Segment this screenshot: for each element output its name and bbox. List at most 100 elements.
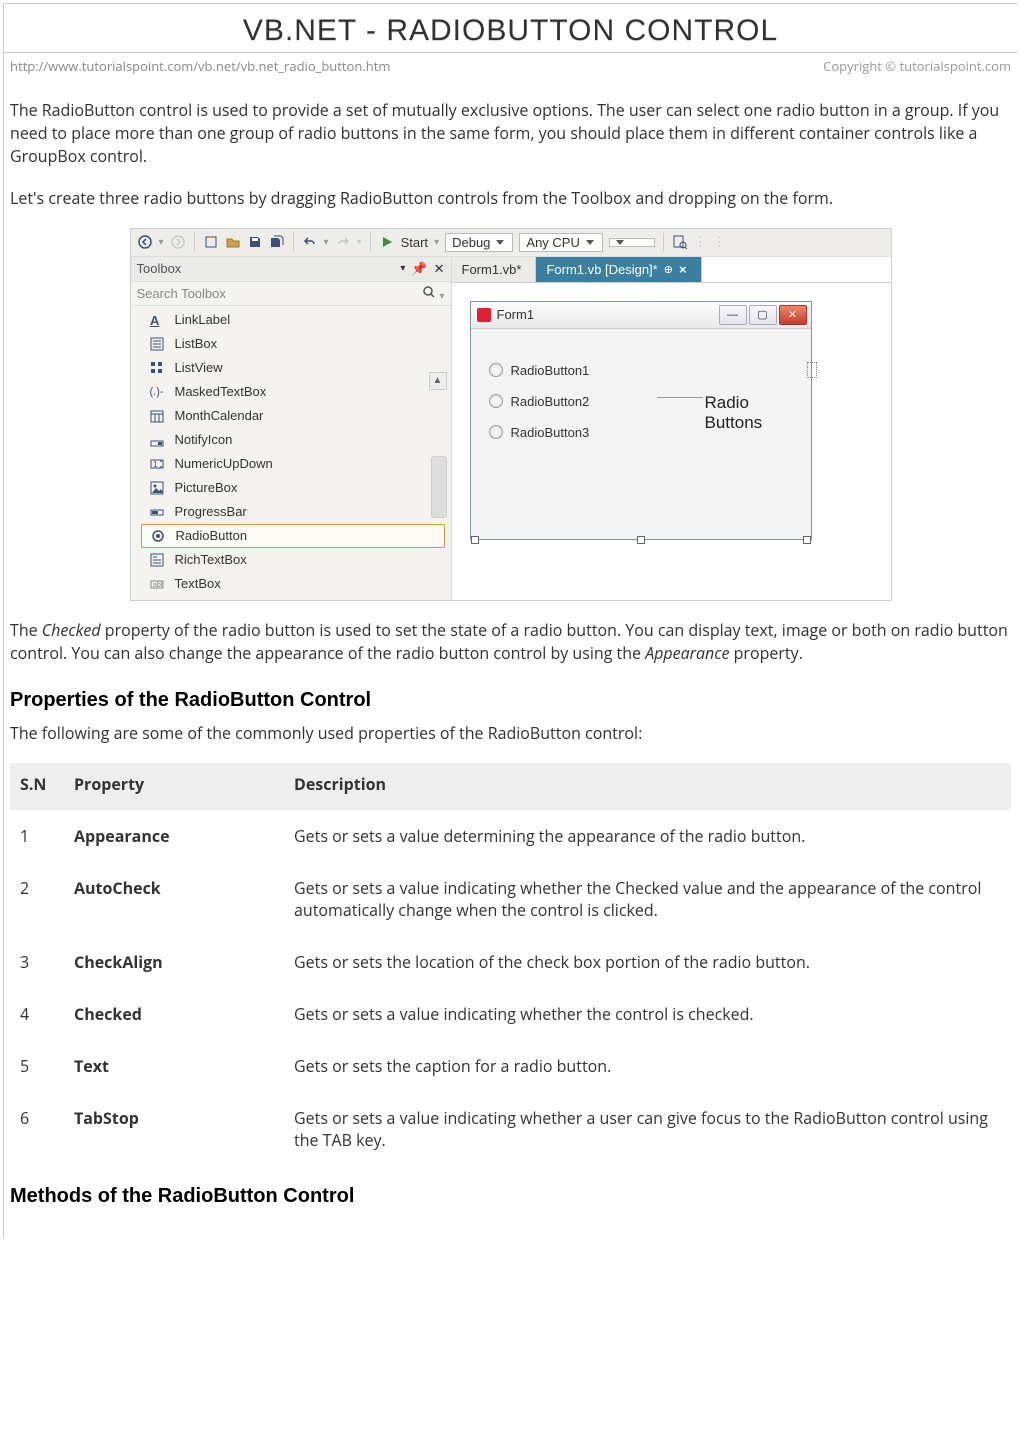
nav-forward-icon	[170, 234, 186, 250]
toolbox-item-label: LinkLabel	[175, 312, 231, 327]
platform-value: Any CPU	[526, 235, 579, 250]
appearance-keyword: Appearance	[645, 642, 729, 664]
resize-handles	[471, 536, 811, 544]
find-in-files-icon	[672, 234, 688, 250]
tab-label: Form1.vb [Design]*	[546, 262, 657, 277]
scrollbar-thumb	[431, 456, 447, 518]
toolbox-item-linklabel: A LinkLabel	[131, 308, 451, 332]
radiobutton1: RadioButton1	[489, 363, 799, 378]
copyright-text: Copyright © tutorialspoint.com	[823, 57, 1011, 75]
ide-screenshot: ▾ ▾ ▾ Start ▾ Debug	[130, 228, 892, 601]
table-row: 5 Text Gets or sets the caption for a ra…	[10, 1040, 1011, 1092]
ide-toolbar: ▾ ▾ ▾ Start ▾ Debug	[131, 229, 891, 257]
cell-property: Appearance	[64, 810, 284, 862]
empty-dropdown	[609, 238, 655, 247]
properties-intro: The following are some of the commonly u…	[10, 722, 1011, 745]
toolbox-item-label: ListView	[175, 360, 223, 375]
toolbox-items: ▲ A LinkLabel ListBox ListView	[131, 306, 451, 600]
pin-icon: 📌	[411, 261, 427, 277]
redo-icon	[335, 234, 351, 250]
cell-property: AutoCheck	[64, 862, 284, 936]
table-row: 1 Appearance Gets or sets a value determ…	[10, 810, 1011, 862]
page-title: VB.NET - RADIOBUTTON CONTROL	[4, 14, 1017, 48]
properties-heading: Properties of the RadioButton Control	[10, 689, 1011, 712]
pin-icon: ⊕	[664, 263, 673, 276]
config-value: Debug	[452, 235, 490, 250]
toolbox-item-listview: ListView	[131, 356, 451, 380]
start-icon	[379, 234, 395, 250]
radiobutton-icon	[150, 528, 166, 544]
maximize-icon: ▢	[749, 305, 777, 325]
new-project-icon	[203, 234, 219, 250]
toolbox-title: Toolbox	[137, 261, 182, 276]
col-property: Property	[64, 763, 284, 810]
linklabel-icon: A	[149, 312, 165, 328]
toolbox-item-label: MaskedTextBox	[175, 384, 267, 399]
cell-description: Gets or sets a value indicating whether …	[284, 1092, 1011, 1161]
form1-window: Form1 — ▢ ✕	[470, 301, 812, 540]
designer-panel: Form1.vb* Form1.vb [Design]* ⊕ ×	[452, 257, 891, 600]
col-sn: S.N	[10, 763, 64, 810]
toolbox-item-progressbar: ProgressBar	[131, 500, 451, 524]
intro-paragraph-1: The RadioButton control is used to provi…	[10, 99, 1011, 169]
cell-property: Text	[64, 1040, 284, 1092]
toolbox-item-notifyicon: NotifyIcon	[131, 428, 451, 452]
callout-label: Radio Buttons	[705, 393, 797, 433]
tab-label: Form1.vb*	[462, 262, 522, 277]
close-icon: ✕	[434, 261, 445, 277]
richtextbox-icon	[149, 552, 165, 568]
open-file-icon	[225, 234, 241, 250]
platform-dropdown: Any CPU	[519, 233, 602, 252]
cell-sn: 3	[10, 936, 64, 988]
radio-dot-icon	[489, 425, 503, 439]
toolbox-item-label: MonthCalendar	[175, 408, 264, 423]
monthcalendar-icon	[149, 408, 165, 424]
search-toolbox-placeholder: Search Toolbox	[137, 286, 226, 301]
listview-icon	[149, 360, 165, 376]
search-icon: ▾	[422, 285, 445, 302]
chevron-down-icon	[616, 240, 624, 245]
textbox-icon: abl	[149, 576, 165, 592]
cell-description: Gets or sets a value indicating whether …	[284, 862, 1011, 936]
after-image-paragraph: The Checked property of the radio button…	[10, 619, 1011, 665]
radio-label: RadioButton3	[511, 425, 590, 440]
numericupdown-icon: 1	[149, 456, 165, 472]
start-label: Start	[401, 235, 428, 250]
toolbox-item-textbox: abl TextBox	[131, 572, 451, 596]
form-icon	[477, 308, 491, 322]
radio-dot-icon	[489, 363, 503, 377]
nav-back-icon	[137, 234, 153, 250]
toolbox-item-radiobutton: RadioButton	[141, 524, 445, 548]
maskedtextbox-icon: (.)-	[149, 384, 165, 400]
checked-keyword: Checked	[42, 619, 101, 641]
cell-description: Gets or sets a value indicating whether …	[284, 988, 1011, 1040]
scroll-up-icon: ▲	[429, 372, 447, 390]
toolbox-item-label: RadioButton	[176, 528, 248, 543]
config-dropdown: Debug	[445, 233, 513, 252]
cell-property: TabStop	[64, 1092, 284, 1161]
table-row: 3 CheckAlign Gets or sets the location o…	[10, 936, 1011, 988]
dropdown-caret-icon: ▾	[400, 263, 405, 274]
cell-sn: 5	[10, 1040, 64, 1092]
source-url-link[interactable]: http://www.tutorialspoint.com/vb.net/vb.…	[10, 57, 390, 75]
radio-dot-icon	[489, 394, 503, 408]
toolbox-item-label: ListBox	[175, 336, 218, 351]
properties-table: S.N Property Description 1 Appearance Ge…	[10, 763, 1011, 1161]
minimize-icon: —	[719, 305, 747, 325]
notifyicon-icon	[149, 432, 165, 448]
cell-property: Checked	[64, 988, 284, 1040]
picturebox-icon	[149, 480, 165, 496]
cell-description: Gets or sets the caption for a radio but…	[284, 1040, 1011, 1092]
toolbox-item-picturebox: PictureBox	[131, 476, 451, 500]
toolbox-item-label: ProgressBar	[175, 504, 247, 519]
chevron-down-icon	[496, 240, 504, 245]
radio-label: RadioButton1	[511, 363, 590, 378]
toolbox-item-label: NumericUpDown	[175, 456, 273, 471]
svg-text:A: A	[150, 313, 160, 327]
toolbox-item-label: PictureBox	[175, 480, 238, 495]
col-description: Description	[284, 763, 1011, 810]
toolbox-item-label: NotifyIcon	[175, 432, 233, 447]
progressbar-icon	[149, 504, 165, 520]
cell-sn: 4	[10, 988, 64, 1040]
close-icon: ×	[679, 262, 687, 277]
